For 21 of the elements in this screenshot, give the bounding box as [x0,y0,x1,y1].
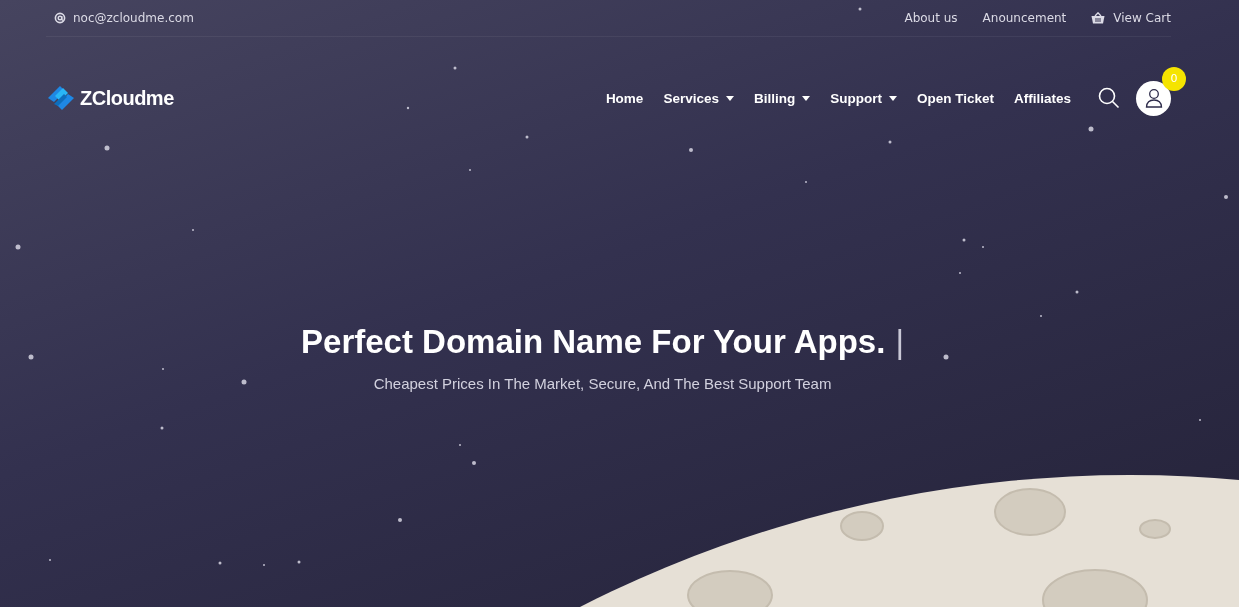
basket-icon [1091,12,1106,24]
account-button[interactable] [1136,80,1171,116]
cart-count-badge: 0 [1162,66,1186,91]
nav-link[interactable]: Services [663,90,734,106]
top-link[interactable]: About us [904,11,958,25]
top-link[interactable]: Anouncement [982,11,1067,25]
top-link[interactable]: View Cart [1091,11,1171,25]
nav-link[interactable]: Home [605,90,644,106]
hero-subtitle: Cheapest Prices In The Market, Secure, And The Best Support Team [373,375,832,392]
brand-name[interactable]: ZCloudme [80,86,174,110]
at-icon [54,12,66,24]
nav-link[interactable]: Open Ticket [916,90,994,106]
logo-icon [46,84,76,112]
nav-link[interactable]: Affiliates [1014,90,1071,106]
nav-link[interactable]: Billing [753,90,811,106]
search-icon[interactable] [1098,87,1120,109]
user-icon [1144,88,1163,108]
email-address: noc@zcloudme.com [73,11,194,25]
typing-cursor: | [895,323,904,361]
nav-link[interactable]: Support [830,90,897,106]
hero-title: Perfect Domain Name For Your Apps. [301,323,886,361]
